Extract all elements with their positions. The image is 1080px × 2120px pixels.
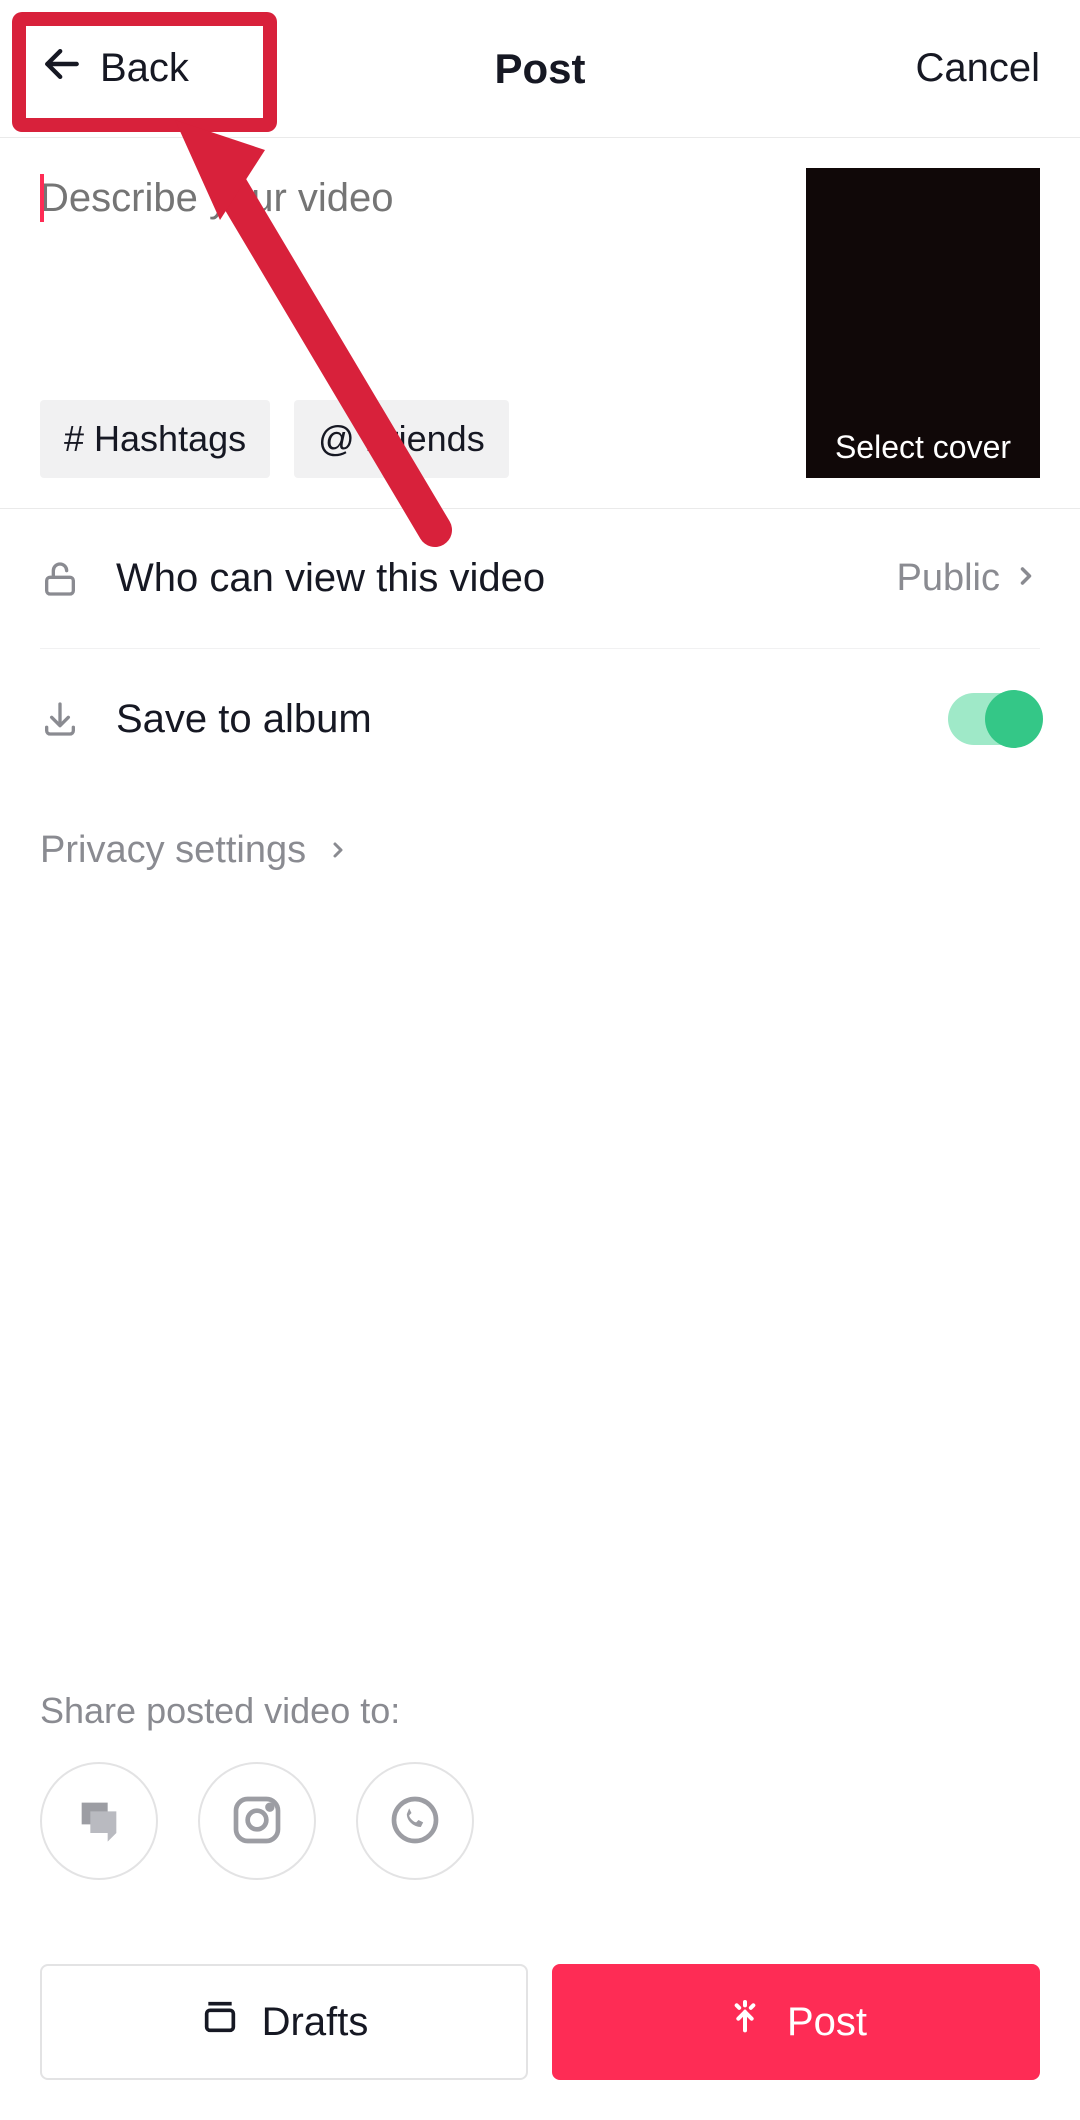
text-caret (40, 174, 44, 222)
drafts-label: Drafts (262, 2000, 369, 2045)
back-button[interactable]: Back (40, 42, 189, 96)
description-wrap (40, 168, 782, 229)
lock-open-icon (40, 559, 80, 599)
download-icon (40, 699, 80, 739)
arrow-left-icon (40, 42, 84, 96)
who-can-view-row[interactable]: Who can view this video Public (40, 509, 1040, 649)
hashtags-chip[interactable]: # Hashtags (40, 400, 270, 478)
post-icon (725, 1997, 765, 2047)
description-input[interactable] (40, 168, 782, 229)
instagram-icon (229, 1792, 285, 1851)
compose-left: # Hashtags @ Friends (40, 168, 782, 478)
friends-chip[interactable]: @ Friends (294, 400, 509, 478)
header: Back Post Cancel (0, 0, 1080, 138)
cover-selector[interactable]: Select cover (806, 168, 1040, 478)
share-icons-row (40, 1762, 1040, 1880)
privacy-settings-label: Privacy settings (40, 829, 306, 872)
save-album-label: Save to album (116, 697, 948, 742)
save-album-row: Save to album (40, 649, 1040, 789)
chevron-right-icon (1012, 562, 1040, 595)
drafts-icon (200, 1997, 240, 2047)
post-button[interactable]: Post (552, 1964, 1040, 2080)
who-can-view-value: Public (897, 557, 1001, 600)
post-label: Post (787, 2000, 867, 2045)
chat-icon (73, 1794, 125, 1849)
back-label: Back (100, 46, 189, 91)
share-section: Share posted video to: (40, 1690, 1040, 1880)
share-chat-button[interactable] (40, 1762, 158, 1880)
footer: Drafts Post (40, 1964, 1040, 2080)
whatsapp-icon (387, 1792, 443, 1851)
page-title: Post (494, 45, 585, 93)
chip-row: # Hashtags @ Friends (40, 400, 782, 478)
who-can-view-label: Who can view this video (116, 556, 897, 601)
toggle-knob (985, 690, 1043, 748)
cover-label: Select cover (806, 429, 1040, 466)
settings-list: Who can view this video Public Save to a… (0, 509, 1080, 789)
drafts-button[interactable]: Drafts (40, 1964, 528, 2080)
privacy-settings-link[interactable]: Privacy settings (0, 789, 1080, 912)
share-instagram-button[interactable] (198, 1762, 316, 1880)
chevron-right-icon (326, 829, 350, 872)
share-label: Share posted video to: (40, 1690, 1040, 1732)
cancel-button[interactable]: Cancel (915, 46, 1040, 91)
compose-area: # Hashtags @ Friends Select cover (0, 138, 1080, 509)
save-album-toggle[interactable] (948, 693, 1040, 745)
share-whatsapp-button[interactable] (356, 1762, 474, 1880)
